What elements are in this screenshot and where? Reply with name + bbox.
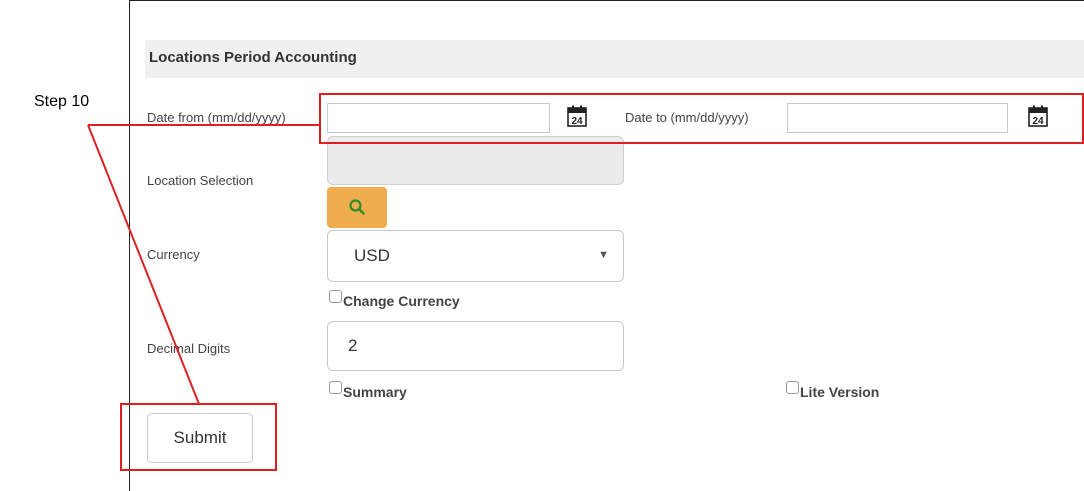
change-currency-checkbox[interactable]	[329, 290, 342, 303]
date-range-highlight-box	[319, 93, 1084, 144]
search-icon	[349, 199, 365, 215]
date-from-label: Date from (mm/dd/yyyy)	[147, 110, 286, 125]
summary-label: Summary	[343, 384, 407, 400]
page-title: Locations Period Accounting	[149, 49, 357, 66]
location-selection-label: Location Selection	[147, 173, 254, 188]
currency-select[interactable]: USD ▼	[327, 230, 624, 282]
location-search-button[interactable]	[327, 187, 387, 228]
currency-selected-value: USD	[354, 246, 390, 265]
lite-version-checkbox[interactable]	[786, 381, 799, 394]
chevron-down-icon: ▼	[598, 249, 609, 261]
summary-checkbox[interactable]	[329, 381, 342, 394]
submit-highlight-box	[120, 403, 277, 471]
section-header: Locations Period Accounting	[145, 40, 1084, 78]
decimal-digits-input[interactable]	[327, 321, 624, 371]
currency-label: Currency	[147, 247, 200, 262]
change-currency-label: Change Currency	[343, 293, 460, 309]
step-annotation-label: Step 10	[34, 93, 90, 110]
lite-version-label: Lite Version	[800, 384, 880, 400]
decimal-digits-label: Decimal Digits	[147, 341, 231, 356]
